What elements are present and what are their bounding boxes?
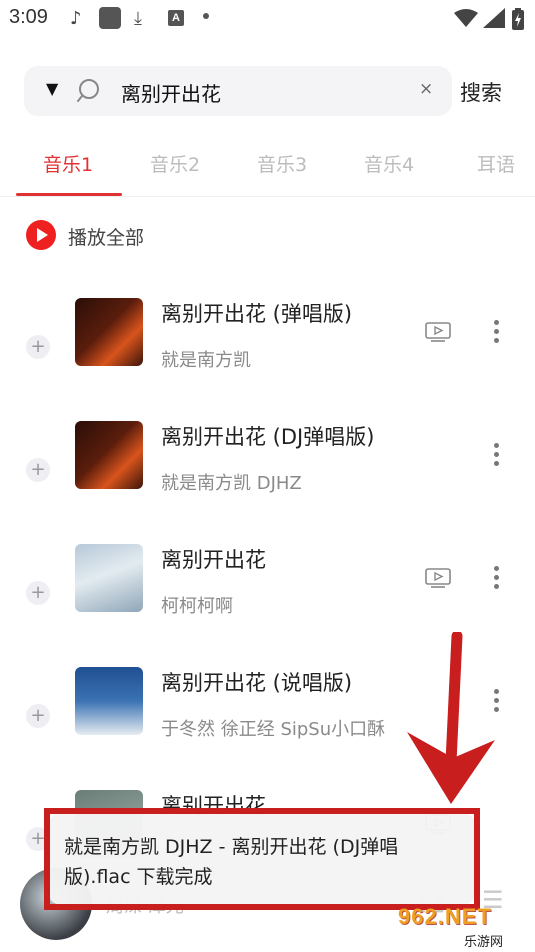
annotation-arrow: [407, 632, 495, 804]
song-artist: 柯柯柯啊: [161, 596, 233, 617]
tab-whisper[interactable]: 耳语: [477, 150, 515, 177]
add-icon[interactable]: +: [26, 581, 50, 605]
dropdown-caret-icon[interactable]: ▼: [46, 79, 58, 98]
add-icon[interactable]: +: [26, 458, 50, 482]
search-bar[interactable]: ▼ 离别开出花 ×: [24, 66, 452, 116]
song-title: 离别开出花: [161, 548, 266, 572]
song-row[interactable]: + 离别开出花 (DJ弹唱版) 就是南方凯 DJHZ: [0, 421, 535, 521]
song-row[interactable]: + 离别开出花 柯柯柯啊: [0, 544, 535, 644]
app-icon: [99, 7, 121, 29]
tab-active-indicator: [16, 193, 122, 196]
annotation-highlight-box: [44, 808, 480, 910]
mv-icon[interactable]: [425, 322, 451, 342]
status-bar: 3:09 ♪ ⤓ A: [0, 0, 535, 38]
watermark-subtitle: 乐游网: [464, 935, 504, 950]
tab-music-4[interactable]: 音乐4: [364, 150, 414, 177]
a-icon: A: [168, 10, 184, 26]
album-cover: [75, 667, 143, 735]
mv-icon[interactable]: [425, 568, 451, 588]
song-title: 离别开出花 (DJ弹唱版): [161, 425, 375, 449]
song-title: 离别开出花 (弹唱版): [161, 302, 353, 326]
song-artist: 就是南方凯: [161, 350, 251, 371]
search-icon: [77, 79, 99, 102]
add-icon[interactable]: +: [26, 335, 50, 359]
clear-icon[interactable]: ×: [419, 79, 433, 99]
tab-divider: [0, 196, 535, 197]
play-all-button[interactable]: 播放全部: [26, 220, 196, 252]
tab-music-1[interactable]: 音乐1: [43, 150, 93, 177]
watermark-logo: 962.NET: [398, 904, 492, 929]
search-button[interactable]: 搜索: [460, 77, 502, 107]
song-title: 离别开出花 (说唱版): [161, 671, 353, 695]
battery-icon: [512, 8, 524, 30]
status-time: 3:09: [9, 6, 48, 28]
play-icon: [26, 220, 56, 250]
play-all-label: 播放全部: [68, 227, 145, 249]
dot-icon: [203, 13, 209, 19]
album-cover: [75, 298, 143, 366]
signal-icon: [483, 8, 505, 28]
music-note-icon: ♪: [70, 8, 82, 29]
add-icon[interactable]: +: [26, 704, 50, 728]
search-input[interactable]: 离别开出花: [121, 78, 221, 107]
more-options-icon[interactable]: [493, 566, 501, 592]
album-cover: [75, 544, 143, 612]
more-options-icon[interactable]: [493, 320, 501, 346]
more-options-icon[interactable]: [493, 443, 501, 469]
watermark: 962.NET 乐游网: [398, 904, 532, 950]
song-artist: 就是南方凯 DJHZ: [161, 473, 302, 494]
album-cover: [75, 421, 143, 489]
wifi-icon: [454, 9, 478, 27]
song-artist: 于冬然 徐正经 SipSu小口酥: [161, 719, 386, 740]
song-row[interactable]: + 离别开出花 (弹唱版) 就是南方凯: [0, 298, 535, 398]
tab-music-2[interactable]: 音乐2: [150, 150, 200, 177]
tab-music-3[interactable]: 音乐3: [257, 150, 307, 177]
download-icon: ⤓: [134, 8, 142, 29]
